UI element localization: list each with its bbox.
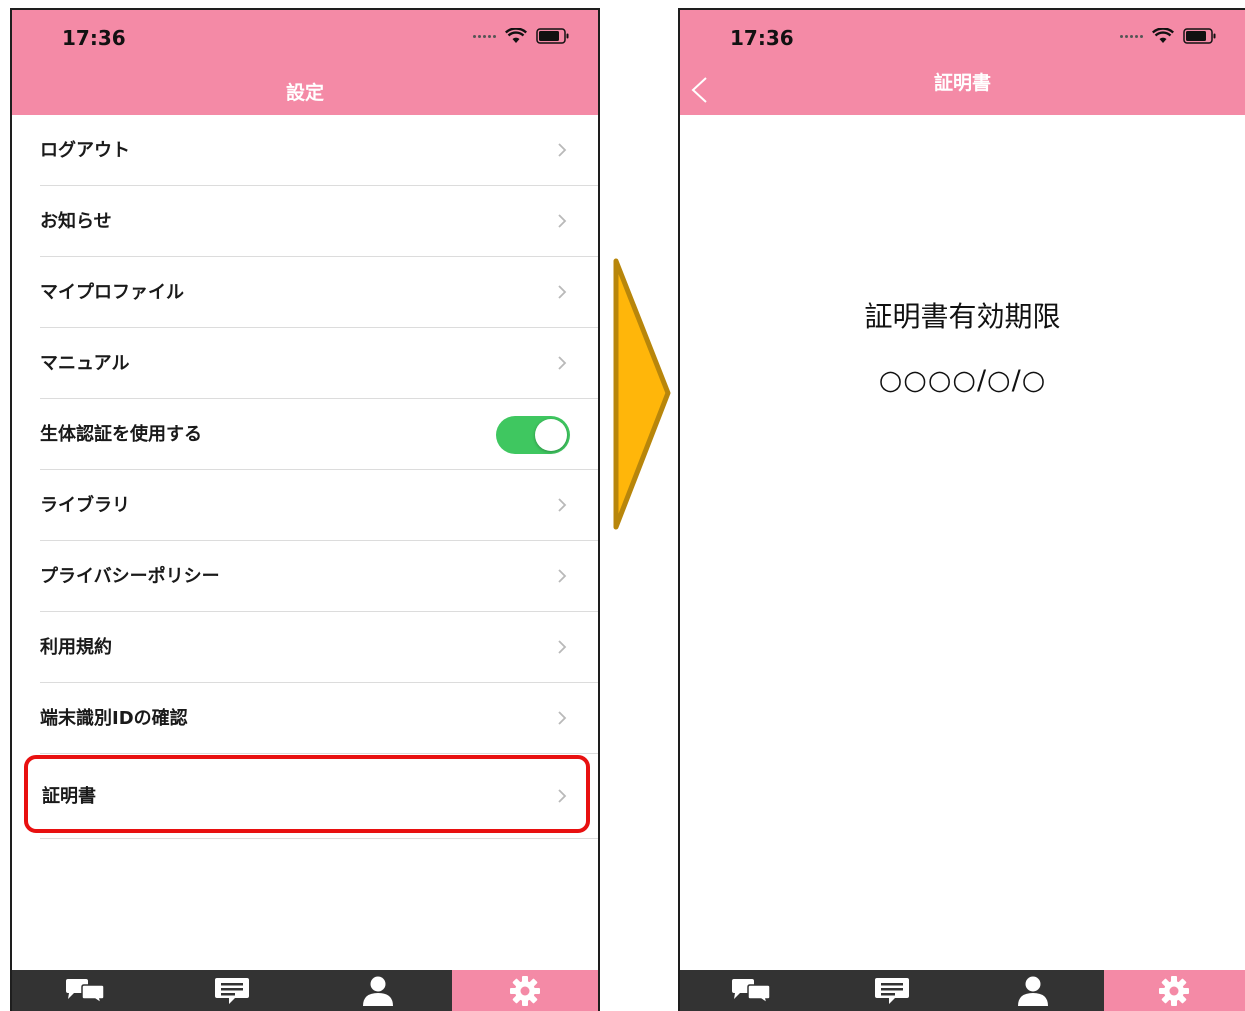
- settings-item-label: 証明書: [42, 786, 96, 807]
- settings-item-label: お知らせ: [40, 211, 112, 232]
- status-icons: [473, 28, 570, 44]
- settings-item-label: マイプロファイル: [40, 282, 184, 303]
- nav-header: 17:36 設定: [12, 10, 598, 115]
- tab-profile[interactable]: [963, 970, 1104, 1011]
- settings-item-device-id[interactable]: 端末識別IDの確認: [12, 683, 598, 754]
- settings-item-privacy-policy[interactable]: プライバシーポリシー: [12, 541, 598, 612]
- chevron-right-icon: [558, 789, 567, 803]
- settings-item-manual[interactable]: マニュアル: [12, 328, 598, 399]
- tab-settings[interactable]: [1103, 970, 1245, 1011]
- chevron-right-icon: [558, 356, 567, 370]
- biometrics-toggle[interactable]: [496, 416, 570, 454]
- chevron-right-icon: [558, 285, 567, 299]
- tab-chat[interactable]: [12, 970, 159, 1011]
- page-title: 証明書: [933, 72, 991, 94]
- chevron-right-icon: [558, 498, 567, 512]
- settings-item-label: 生体認証を使用する: [40, 424, 202, 445]
- battery-icon: [1183, 28, 1216, 44]
- certificate-screen: 17:36 証明書 証明書有効期限 ○○○○/○/○: [678, 8, 1245, 1011]
- gear-icon: [509, 975, 540, 1006]
- settings-item-library[interactable]: ライブラリ: [12, 470, 598, 541]
- wifi-icon: [505, 28, 527, 43]
- signal-icon: [1120, 34, 1143, 38]
- status-icons: [1120, 28, 1217, 44]
- settings-item-logout[interactable]: ログアウト: [12, 115, 598, 186]
- settings-item-label: ライブラリ: [40, 495, 130, 516]
- wifi-icon: [1152, 28, 1174, 43]
- person-icon: [363, 976, 394, 1006]
- tab-messages[interactable]: [821, 970, 962, 1011]
- certificate-expiry-date: ○○○○/○/○: [878, 365, 1047, 396]
- settings-item-biometrics: 生体認証を使用する: [12, 399, 598, 470]
- certificate-expiry-label: 証明書有効期限: [864, 300, 1061, 333]
- settings-item-my-profile[interactable]: マイプロファイル: [12, 257, 598, 328]
- message-icon: [214, 977, 249, 1004]
- settings-item-label: プライバシーポリシー: [40, 566, 220, 587]
- settings-item-notices[interactable]: お知らせ: [12, 186, 598, 257]
- signal-icon: [473, 34, 496, 38]
- settings-list: ログアウト お知らせ マイプロファイル マニュアル 生体認証を使用する ライブラ…: [12, 115, 598, 839]
- chat-bubbles-icon: [66, 978, 105, 1004]
- chat-bubbles-icon: [731, 978, 771, 1004]
- tab-bar: [12, 970, 598, 1011]
- tab-messages[interactable]: [159, 970, 306, 1011]
- settings-screen: 17:36 設定 ログアウト お知らせ マイプロファイル マニュアル 生体認証を…: [10, 8, 600, 1011]
- person-icon: [1018, 976, 1049, 1006]
- transition-arrow: [613, 258, 671, 530]
- chevron-right-icon: [558, 143, 567, 157]
- status-time: 17:36: [62, 26, 126, 50]
- tab-profile[interactable]: [305, 970, 452, 1011]
- battery-icon: [536, 28, 569, 44]
- settings-item-certificate[interactable]: 証明書: [12, 754, 598, 839]
- certificate-info: 証明書有効期限 ○○○○/○/○: [680, 295, 1245, 396]
- tab-chat[interactable]: [680, 970, 821, 1011]
- chevron-right-icon: [558, 569, 567, 583]
- chevron-right-icon: [558, 640, 567, 654]
- nav-header: 17:36 証明書: [680, 10, 1245, 115]
- settings-item-label: 利用規約: [40, 637, 112, 658]
- page-title: 設定: [285, 82, 324, 104]
- settings-item-label: ログアウト: [40, 140, 130, 161]
- settings-item-label: 端末識別IDの確認: [40, 708, 188, 729]
- divider: [40, 838, 598, 839]
- tab-settings[interactable]: [451, 970, 598, 1011]
- settings-item-label: マニュアル: [40, 353, 130, 374]
- message-icon: [874, 977, 909, 1004]
- chevron-right-icon: [558, 214, 567, 228]
- tab-bar: [680, 970, 1245, 1011]
- gear-icon: [1159, 975, 1190, 1006]
- chevron-right-icon: [558, 711, 567, 725]
- settings-item-terms[interactable]: 利用規約: [12, 612, 598, 683]
- status-time: 17:36: [730, 26, 794, 50]
- toggle-knob: [535, 419, 567, 451]
